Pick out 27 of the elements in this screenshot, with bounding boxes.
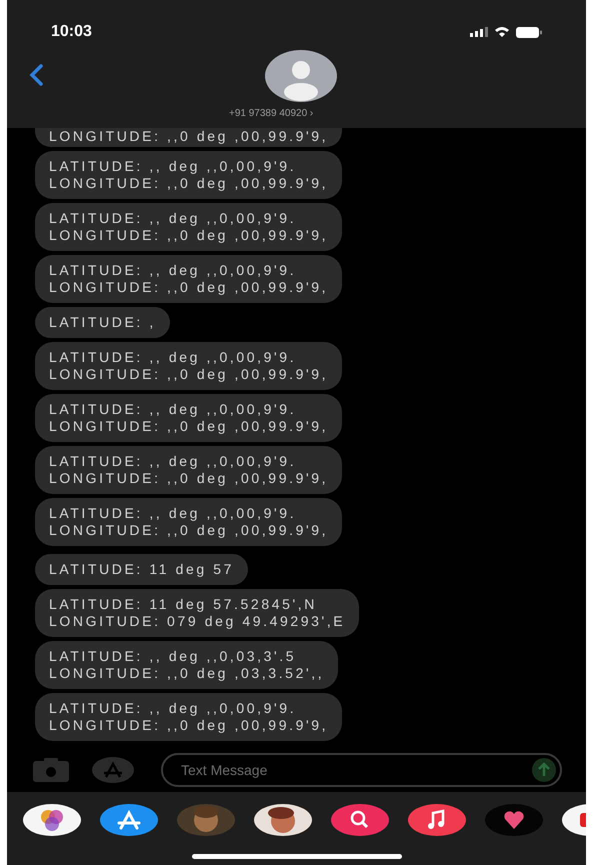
search-icon[interactable] (331, 804, 389, 836)
app-store-icon[interactable] (100, 804, 158, 836)
message-bubble: LONGITUDE: ,,0 deg ,00,99.9'9, (35, 128, 342, 147)
flower-icon[interactable] (23, 804, 81, 836)
message-bubble: LATITUDE: ,, deg ,,0,00,9'9. LONGITUDE: ,,0 deg ,00,99.9'9, (35, 498, 342, 546)
avatar[interactable] (265, 50, 337, 102)
message-bubble: LATITUDE: ,, deg ,,0,00,9'9. LONGITUDE: ,,0 deg ,00,99.9'9, (35, 203, 342, 251)
message-bubble: LATITUDE: ,, deg ,,0,00,9'9. LONGITUDE: ,,0 deg ,00,99.9'9, (35, 693, 342, 741)
music-note-icon[interactable] (408, 804, 466, 836)
message-bubble: LATITUDE: ,, deg ,,0,00,9'9. LONGITUDE: ,,0 deg ,00,99.9'9, (35, 255, 342, 303)
message-bubble: LATITUDE: 11 deg 57 (35, 554, 248, 585)
message-bubble: LATITUDE: ,, deg ,,0,00,9'9. LONGITUDE: ,,0 deg ,00,99.9'9, (35, 394, 342, 442)
back-icon[interactable] (29, 64, 43, 86)
message-bubble: LATITUDE: ,, deg ,,0,00,9'9. LONGITUDE: ,,0 deg ,00,99.9'9, (35, 446, 342, 494)
contact-number[interactable]: +91 97389 40920 › (229, 106, 314, 121)
avatar-icon[interactable] (254, 804, 312, 836)
send-icon[interactable] (532, 758, 556, 782)
message-field[interactable]: Text Message (161, 753, 562, 787)
message-bubble: LATITUDE: ,, deg ,,0,00,9'9. LONGITUDE: ,,0 deg ,00,99.9'9, (35, 151, 342, 199)
status-time: 10:03 (51, 22, 92, 42)
message-bubble: LATITUDE: ,, deg ,,0,00,9'9. LONGITUDE: ,,0 deg ,00,99.9'9, (35, 342, 342, 390)
battery-icon (516, 26, 542, 38)
message-bubble: LATITUDE: , (35, 307, 170, 338)
message-bubble: LATITUDE: 11 deg 57.52845',N LONGITUDE: 079 deg 49.49293',E (35, 589, 360, 637)
message-bubble: LATITUDE: ,, deg ,,0,03,3'.5 LONGITUDE: ,,0 deg ,03,3.52',, (35, 641, 338, 689)
wifi-icon (494, 26, 510, 38)
signal-icon (470, 27, 488, 37)
